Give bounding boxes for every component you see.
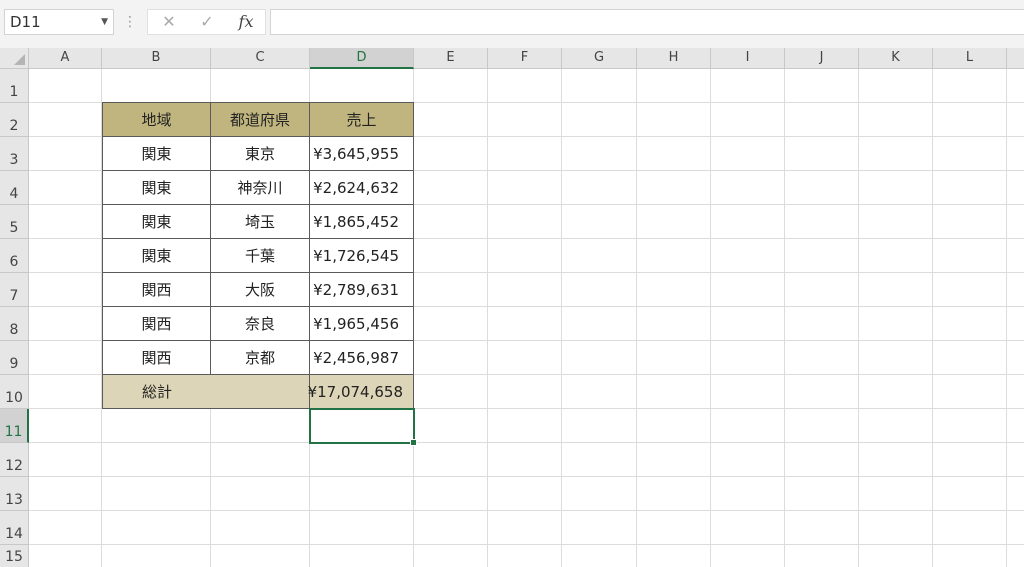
gridline [561, 69, 562, 567]
row-header-15[interactable]: 15 [0, 545, 29, 567]
select-all-button[interactable] [0, 48, 29, 69]
row-header-6[interactable]: 6 [0, 239, 29, 273]
row-header-2[interactable]: 2 [0, 103, 29, 137]
row-header-3[interactable]: 3 [0, 137, 29, 171]
table-cell[interactable]: 京都 [211, 341, 310, 375]
table-cell[interactable]: ¥1,726,545 [310, 239, 414, 273]
column-header-h[interactable]: H [637, 48, 711, 69]
table-cell[interactable]: 関東 [103, 171, 211, 205]
row-header-5[interactable]: 5 [0, 205, 29, 239]
cancel-icon[interactable]: ✕ [157, 12, 181, 32]
table-cell[interactable]: 東京 [211, 137, 310, 171]
gridline [932, 69, 933, 567]
column-header-a[interactable]: A [29, 48, 102, 69]
row-header-4[interactable]: 4 [0, 171, 29, 205]
fill-handle[interactable] [410, 439, 417, 446]
gridline [29, 544, 1024, 545]
cell-area[interactable]: 地域 都道府県 売上 関東 東京 ¥3,645,955 関東 神奈川 ¥2,62… [29, 69, 1024, 567]
gridline [1006, 69, 1007, 567]
row-header-12[interactable]: 12 [0, 443, 29, 477]
gridline [784, 69, 785, 567]
gridline [29, 510, 1024, 511]
table-cell[interactable]: 神奈川 [211, 171, 310, 205]
gridline [636, 69, 637, 567]
column-header-i[interactable]: I [711, 48, 785, 69]
row-header-1[interactable]: 1 [0, 69, 29, 103]
gridline [858, 69, 859, 567]
gridline [29, 442, 1024, 443]
formula-buttons: ✕ ✓ fx [147, 9, 266, 35]
table-cell[interactable]: ¥3,645,955 [310, 137, 414, 171]
formula-bar: D11 ▼ ⋮ ✕ ✓ fx [0, 0, 1024, 48]
spreadsheet-window: D11 ▼ ⋮ ✕ ✓ fx A B C D E F G H I J K L 1… [0, 0, 1024, 567]
column-header-b[interactable]: B [102, 48, 211, 69]
table-cell[interactable]: 千葉 [211, 239, 310, 273]
table-cell[interactable]: 関東 [103, 137, 211, 171]
gridline [487, 69, 488, 567]
column-header-d[interactable]: D [310, 48, 414, 69]
table-cell[interactable]: ¥2,789,631 [310, 273, 414, 307]
column-header-f[interactable]: F [488, 48, 562, 69]
formula-input[interactable] [270, 9, 1024, 35]
column-header-m[interactable] [1007, 48, 1024, 69]
chevron-down-icon[interactable]: ▼ [101, 10, 108, 34]
table-cell[interactable]: 奈良 [211, 307, 310, 341]
header-cell-sales[interactable]: 売上 [310, 103, 414, 137]
name-box[interactable]: D11 ▼ [4, 9, 114, 35]
gridline [710, 69, 711, 567]
table-cell[interactable]: 埼玉 [211, 205, 310, 239]
more-options-icon[interactable]: ⋮ [123, 12, 137, 32]
table-cell[interactable]: ¥1,965,456 [310, 307, 414, 341]
table-cell[interactable]: 関西 [103, 307, 211, 341]
table-cell[interactable]: 大阪 [211, 273, 310, 307]
column-header-e[interactable]: E [414, 48, 488, 69]
name-box-value: D11 [10, 13, 41, 31]
header-cell-prefecture[interactable]: 都道府県 [211, 103, 310, 137]
row-header-7[interactable]: 7 [0, 273, 29, 307]
gridline [29, 476, 1024, 477]
select-all-icon [14, 54, 25, 65]
insert-function-button[interactable]: fx [234, 12, 258, 32]
header-cell-region[interactable]: 地域 [103, 103, 211, 137]
table-cell[interactable]: ¥1,865,452 [310, 205, 414, 239]
column-header-l[interactable]: L [933, 48, 1007, 69]
table-cell[interactable]: 関東 [103, 239, 211, 273]
row-header-13[interactable]: 13 [0, 477, 29, 511]
table-cell[interactable]: 関西 [103, 341, 211, 375]
enter-icon[interactable]: ✓ [195, 12, 219, 32]
total-value-cell[interactable]: ¥17,074,658 [308, 375, 414, 409]
active-cell-selection[interactable] [309, 408, 417, 446]
row-header-9[interactable]: 9 [0, 341, 29, 375]
worksheet-grid: A B C D E F G H I J K L 1 2 3 4 5 6 7 8 … [0, 48, 1024, 567]
column-header-c[interactable]: C [211, 48, 310, 69]
table-cell[interactable]: ¥2,624,632 [310, 171, 414, 205]
column-header-g[interactable]: G [562, 48, 637, 69]
column-header-k[interactable]: K [859, 48, 933, 69]
row-header-14[interactable]: 14 [0, 511, 29, 545]
row-header-10[interactable]: 10 [0, 375, 29, 409]
column-header-j[interactable]: J [785, 48, 859, 69]
row-header-11[interactable]: 11 [0, 409, 29, 443]
total-label-cell[interactable]: 総計 [103, 375, 310, 409]
table-cell[interactable]: ¥2,456,987 [310, 341, 414, 375]
table-cell[interactable]: 関東 [103, 205, 211, 239]
row-header-8[interactable]: 8 [0, 307, 29, 341]
table-cell[interactable]: 関西 [103, 273, 211, 307]
